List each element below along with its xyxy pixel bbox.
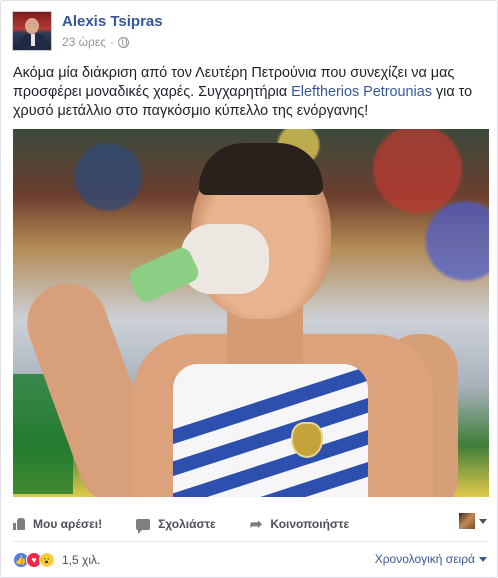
greek-emblem bbox=[291, 422, 323, 458]
meta-separator: · bbox=[110, 35, 115, 49]
comment-sort-label: Χρονολογική σειρά bbox=[374, 552, 475, 566]
author-avatar[interactable] bbox=[12, 11, 52, 51]
wow-reaction-icon: 😮 bbox=[39, 552, 55, 568]
divider bbox=[13, 541, 487, 542]
like-button[interactable]: Μου αρέσει! bbox=[13, 517, 102, 531]
viewer-selector[interactable] bbox=[459, 513, 487, 529]
share-icon: ➦ bbox=[249, 515, 263, 533]
post-time[interactable]: 23 ώρες bbox=[62, 35, 106, 49]
comment-button[interactable]: Σχολιάστε bbox=[136, 517, 216, 534]
comment-label: Σχολιάστε bbox=[158, 517, 216, 531]
share-label: Κοινοποιήστε bbox=[270, 517, 350, 531]
viewer-avatar bbox=[459, 513, 475, 529]
post-photo[interactable] bbox=[13, 129, 489, 497]
post-card: Alexis Tsipras 23 ώρες · Ακόμα μία διάκρ… bbox=[0, 0, 498, 578]
reaction-count[interactable]: 1,5 χιλ. bbox=[62, 553, 100, 567]
reaction-summary: 👍 ♥ 😮 1,5 χιλ. Χρονολογική σειρά bbox=[13, 550, 487, 570]
post-actions: Μου αρέσει! Σχολιάστε ➦ Κοινοποιήστε bbox=[13, 509, 487, 539]
globe-icon[interactable] bbox=[118, 36, 130, 48]
thumbs-up-icon bbox=[13, 518, 25, 530]
post-meta: 23 ώρες · bbox=[62, 35, 130, 49]
like-label: Μου αρέσει! bbox=[33, 517, 103, 531]
chevron-down-icon bbox=[479, 556, 487, 562]
post-text: Ακόμα μία διάκριση από τον Λευτέρη Πετρο… bbox=[13, 64, 483, 121]
share-button[interactable]: ➦ Κοινοποιήστε bbox=[250, 517, 349, 532]
comment-sort[interactable]: Χρονολογική σειρά bbox=[375, 552, 487, 566]
reaction-icons[interactable]: 👍 ♥ 😮 bbox=[13, 552, 55, 568]
author-name[interactable]: Alexis Tsipras bbox=[62, 13, 163, 30]
chevron-down-icon bbox=[479, 518, 487, 524]
post-header: Alexis Tsipras 23 ώρες · bbox=[12, 11, 482, 55]
comment-icon bbox=[136, 518, 151, 534]
tagged-page-link[interactable]: Eleftherios Petrounias bbox=[291, 84, 432, 100]
